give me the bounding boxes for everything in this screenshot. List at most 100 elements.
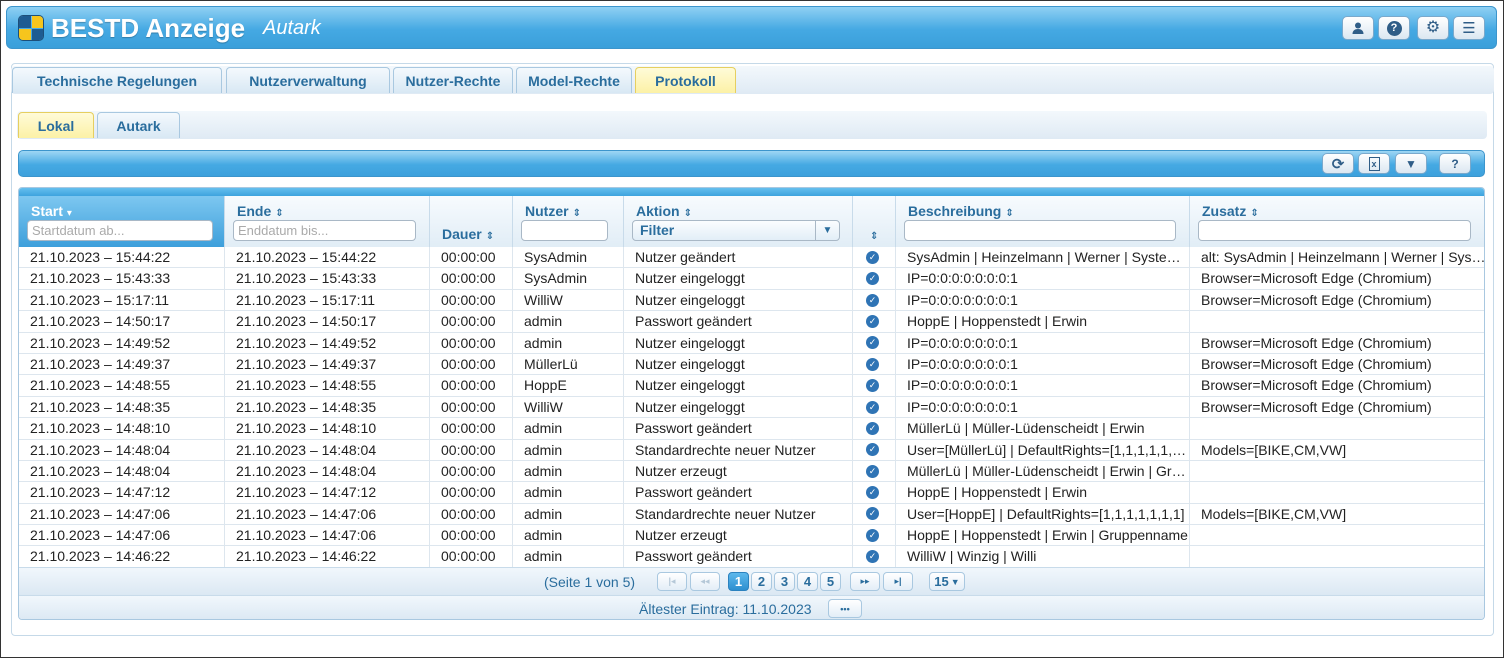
cell-dauer: 00:00:00 xyxy=(430,375,513,397)
end-date-filter[interactable] xyxy=(233,220,416,241)
aktion-filter-select[interactable]: Filter ▼ xyxy=(632,220,840,241)
cell-zusatz: Browser=Microsoft Edge (Chromium) xyxy=(1201,270,1432,287)
table-row[interactable]: 21.10.2023 – 14:48:10 21.10.2023 – 14:48:… xyxy=(19,418,1484,440)
clear-filter-button[interactable]: ▼ xyxy=(1395,153,1427,174)
cell-beschreibung: IP=0:0:0:0:0:0:0:1 xyxy=(896,289,1190,311)
cell-dauer: 00:00:00 xyxy=(430,546,513,568)
help-icon: ? xyxy=(1451,156,1459,171)
page-2-button[interactable]: 2 xyxy=(751,572,772,591)
cell-aktion: Standardrechte neuer Nutzer xyxy=(624,503,853,525)
prev-page-button[interactable]: ◂◂ xyxy=(690,572,720,591)
cell-aktion: Nutzer erzeugt xyxy=(624,525,853,547)
help-button[interactable]: ? xyxy=(1378,16,1410,40)
beschreibung-filter[interactable] xyxy=(904,220,1176,241)
column-header-dauer[interactable]: Dauer ⇕ xyxy=(430,196,513,247)
first-page-button[interactable]: |◂ xyxy=(657,572,687,591)
table-row[interactable]: 21.10.2023 – 14:48:04 21.10.2023 – 14:48:… xyxy=(19,460,1484,483)
table-row[interactable]: 21.10.2023 – 14:47:06 21.10.2023 – 14:47:… xyxy=(19,525,1484,547)
last-page-icon: ▸| xyxy=(894,576,902,586)
table-row[interactable]: 21.10.2023 – 14:48:55 21.10.2023 – 14:48:… xyxy=(19,375,1484,397)
cell-zusatz: Models=[BIKE,CM,VW] xyxy=(1201,505,1347,522)
table-row[interactable]: 21.10.2023 – 15:17:11 21.10.2023 – 15:17:… xyxy=(19,289,1484,312)
prev-page-icon: ◂◂ xyxy=(700,576,710,586)
column-header-ende[interactable]: Ende ⇕ xyxy=(225,196,430,247)
table-row[interactable]: 21.10.2023 – 14:48:04 21.10.2023 – 14:48:… xyxy=(19,439,1484,461)
cell-status: ✓ xyxy=(853,268,896,290)
table-row[interactable]: 21.10.2023 – 14:47:06 21.10.2023 – 14:47:… xyxy=(19,503,1484,526)
cell-aktion: Standardrechte neuer Nutzer xyxy=(624,439,853,461)
cell-start: 21.10.2023 – 14:48:04 xyxy=(19,460,225,482)
menu-button[interactable]: ☰ xyxy=(1453,16,1485,40)
tab-autark[interactable]: Autark xyxy=(97,112,180,138)
toolbar-help-button[interactable]: ? xyxy=(1439,153,1471,174)
cell-zusatz: alt: SysAdmin | Heinzelmann | Werner | S… xyxy=(1201,249,1485,265)
tab-nutzer-rechte[interactable]: Nutzer-Rechte xyxy=(393,67,513,93)
settings-button[interactable]: ⚙ xyxy=(1417,16,1449,40)
check-circle-icon: ✓ xyxy=(866,250,879,264)
column-header-nutzer[interactable]: Nutzer ⇕ xyxy=(513,196,624,247)
cell-start: 21.10.2023 – 14:47:12 xyxy=(19,482,225,504)
cell-aktion: Passwort geändert xyxy=(624,482,853,504)
sort-icon: ⇕ xyxy=(1005,208,1014,219)
page-1-button[interactable]: 1 xyxy=(728,572,749,591)
column-header-beschreibung[interactable]: Beschreibung ⇕ xyxy=(896,196,1190,247)
column-header-status[interactable]: ⇕ xyxy=(853,196,896,247)
table-row[interactable]: 21.10.2023 – 14:46:22 21.10.2023 – 14:46:… xyxy=(19,546,1484,568)
table-row[interactable]: 21.10.2023 – 14:49:52 21.10.2023 – 14:49:… xyxy=(19,332,1484,354)
user-button[interactable] xyxy=(1342,16,1374,40)
cell-beschreibung: IP=0:0:0:0:0:0:0:1 xyxy=(896,268,1190,290)
cell-nutzer: admin xyxy=(513,525,624,547)
start-date-filter[interactable] xyxy=(27,220,213,241)
nutzer-filter[interactable] xyxy=(521,220,608,241)
column-header-zusatz[interactable]: Zusatz ⇕ xyxy=(1190,196,1484,247)
app-logo-icon xyxy=(18,15,44,41)
page-size-select[interactable]: 15 ▼ xyxy=(929,572,965,591)
column-header-start[interactable]: Start ▾ xyxy=(19,196,225,247)
page-5-button[interactable]: 5 xyxy=(820,572,841,591)
cell-ende: 21.10.2023 – 14:47:12 xyxy=(225,482,430,504)
page-3-button[interactable]: 3 xyxy=(774,572,795,591)
table-row[interactable]: 21.10.2023 – 14:47:12 21.10.2023 – 14:47:… xyxy=(19,482,1484,504)
cell-aktion: Nutzer eingeloggt xyxy=(624,332,853,354)
cell-nutzer: HoppE xyxy=(513,375,624,397)
first-page-icon: |◂ xyxy=(668,576,676,586)
cell-nutzer: admin xyxy=(513,332,624,354)
page-4-button[interactable]: 4 xyxy=(797,572,818,591)
check-circle-icon: ✓ xyxy=(866,528,879,542)
cell-status: ✓ xyxy=(853,247,896,268)
table-row[interactable]: 21.10.2023 – 15:43:33 21.10.2023 – 15:43:… xyxy=(19,268,1484,290)
excel-export-button[interactable]: x xyxy=(1358,153,1390,174)
cell-start: 21.10.2023 – 15:44:22 xyxy=(19,247,225,268)
app-window: BESTD Anzeige Autark ? ⚙ ☰ Technische Re… xyxy=(0,0,1504,658)
cell-zusatz: Browser=Microsoft Edge (Chromium) xyxy=(1201,355,1432,372)
last-page-button[interactable]: ▸| xyxy=(883,572,913,591)
cell-nutzer: SysAdmin xyxy=(513,268,624,290)
tab-nutzerverwaltung[interactable]: Nutzerverwaltung xyxy=(226,67,390,93)
cell-start: 21.10.2023 – 14:48:35 xyxy=(19,396,225,418)
check-circle-icon: ✓ xyxy=(866,550,879,564)
refresh-button[interactable]: ⟳ xyxy=(1322,153,1354,174)
cell-dauer: 00:00:00 xyxy=(430,247,513,268)
cell-zusatz: Models=[BIKE,CM,VW] xyxy=(1201,441,1347,458)
cell-zusatz: Browser=Microsoft Edge (Chromium) xyxy=(1201,334,1432,351)
table-row[interactable]: 21.10.2023 – 14:50:17 21.10.2023 – 14:50:… xyxy=(19,311,1484,333)
tab-model-rechte[interactable]: Model-Rechte xyxy=(516,67,632,93)
next-page-button[interactable]: ▸▸ xyxy=(850,572,880,591)
cell-zusatz xyxy=(1190,482,1484,503)
more-button[interactable]: ••• xyxy=(828,599,862,618)
table-row[interactable]: 21.10.2023 – 14:48:35 21.10.2023 – 14:48:… xyxy=(19,396,1484,419)
zusatz-filter[interactable] xyxy=(1198,220,1471,241)
tab-protokoll[interactable]: Protokoll xyxy=(635,67,736,93)
table-row[interactable]: 21.10.2023 – 14:49:37 21.10.2023 – 14:49:… xyxy=(19,353,1484,376)
tab-technische-regelungen[interactable]: Technische Regelungen xyxy=(12,67,222,93)
cell-status: ✓ xyxy=(853,525,896,547)
cell-status: ✓ xyxy=(853,311,896,333)
table-row[interactable]: 21.10.2023 – 15:44:22 21.10.2023 – 15:44:… xyxy=(19,247,1485,269)
column-header-aktion[interactable]: Aktion ⇕ Filter ▼ xyxy=(624,196,853,247)
app-title: BESTD Anzeige xyxy=(51,13,246,43)
sort-icon: ⇕ xyxy=(683,208,692,219)
cell-dauer: 00:00:00 xyxy=(430,353,513,375)
tab-lokal[interactable]: Lokal xyxy=(18,112,94,138)
cell-status: ✓ xyxy=(853,375,896,397)
sort-icon: ⇕ xyxy=(485,231,495,242)
